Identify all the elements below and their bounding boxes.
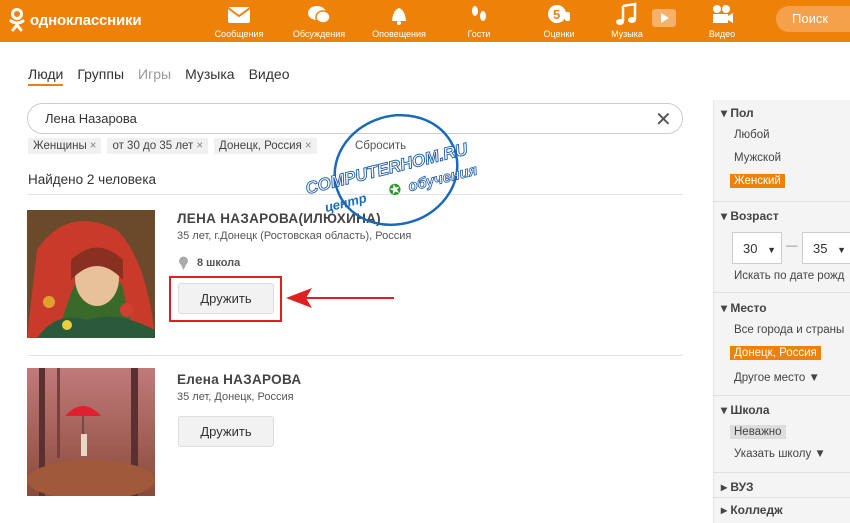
result-info: 35 лет, Донецк, Россия <box>177 391 294 403</box>
result-name[interactable]: ЛЕНА НАЗАРОВА(ИЛЮХИНА) <box>177 211 381 226</box>
highlight-box <box>169 276 282 322</box>
filter-chip-label: от 30 до 35 лет <box>112 140 194 152</box>
tab-music[interactable]: Музыка <box>185 66 235 86</box>
sidebar-divider <box>713 472 850 473</box>
reset-link[interactable]: Сбросить <box>355 140 406 152</box>
sidebar-divider <box>713 497 850 498</box>
music-note-icon <box>616 2 637 25</box>
nav-discussions[interactable]: Обсуждения <box>287 2 351 39</box>
video-camera-icon <box>713 5 733 23</box>
filter-chip[interactable]: от 30 до 35 лет × <box>107 138 209 154</box>
school-option-specify[interactable]: Указать школу ▼ <box>734 448 826 460</box>
avatar[interactable] <box>27 210 155 338</box>
search-by-birthdate-link[interactable]: Искать по дате рожд <box>734 270 844 282</box>
chat-icon <box>308 6 331 24</box>
envelope-icon <box>227 7 251 23</box>
nav-notifications[interactable]: Оповещения <box>367 2 431 39</box>
tab-groups[interactable]: Группы <box>77 66 124 86</box>
filter-chip-label: Донецк, Россия <box>219 140 302 152</box>
filter-gender-title-text: Пол <box>730 106 754 120</box>
nav-label: Гости <box>467 29 491 39</box>
result-name[interactable]: Елена НАЗАРОВА <box>177 372 301 387</box>
age-from-select[interactable]: 30 ▼ <box>732 232 782 264</box>
bell-icon <box>392 8 406 25</box>
filter-vuz-title-text: ВУЗ <box>730 480 754 494</box>
search-button[interactable]: Поиск <box>776 6 850 32</box>
clear-icon[interactable]: ✕ <box>655 107 672 132</box>
red-arrow-icon <box>286 288 394 308</box>
gender-option-any[interactable]: Любой <box>734 129 770 141</box>
nav-music[interactable]: Музыка <box>595 2 659 39</box>
result-school[interactable]: 8 школа <box>197 257 240 269</box>
filter-age-title[interactable]: ▾ Возраст <box>721 209 779 223</box>
watermark-line2b: обучения <box>406 162 479 196</box>
logo[interactable]: одноклассники <box>8 8 142 32</box>
dropdown-icon: ▼ <box>837 245 847 255</box>
nav-label: Музыка <box>611 29 643 39</box>
gender-option-male[interactable]: Мужской <box>734 152 781 164</box>
remove-icon[interactable]: × <box>196 140 203 152</box>
filter-chip[interactable]: Женщины × <box>28 138 102 154</box>
result-info: 35 лет, г.Донецк (Ростовская область), Р… <box>177 230 412 242</box>
svg-text:5: 5 <box>553 7 560 22</box>
nav-video[interactable]: Видео <box>690 2 754 39</box>
sidebar-divider <box>713 292 850 293</box>
search-input[interactable]: Лена Назарова <box>27 103 683 134</box>
star-icon: ✪ <box>387 180 404 201</box>
rating-icon: 5 <box>548 5 570 23</box>
tab-games[interactable]: Игры <box>138 66 171 86</box>
location-pin-icon <box>179 256 188 270</box>
age-dash: — <box>786 240 798 252</box>
place-option-selected[interactable]: Донецк, Россия <box>730 346 821 360</box>
nav-messages[interactable]: Сообщения <box>207 2 271 39</box>
nav-label: Оценки <box>543 29 575 39</box>
filter-school-title[interactable]: ▾ Школа <box>721 403 770 417</box>
tab-people[interactable]: Люди <box>28 66 64 86</box>
age-to-value: 35 <box>813 241 828 256</box>
dropdown-icon: ▼ <box>767 245 777 255</box>
footprints-icon <box>472 6 486 21</box>
place-option-all[interactable]: Все города и страны <box>734 324 844 336</box>
play-icon[interactable] <box>652 9 676 27</box>
age-to-select[interactable]: 35 ▼ <box>802 232 850 264</box>
category-tabs: Люди Группы Игры Музыка Видео <box>28 66 304 86</box>
sidebar-divider <box>713 201 850 202</box>
filter-gender-title[interactable]: ▾ Пол <box>721 106 754 120</box>
tab-video[interactable]: Видео <box>249 66 290 86</box>
nav-label: Обсуждения <box>292 29 346 39</box>
filter-chip[interactable]: Донецк, Россия × <box>214 138 317 154</box>
filter-vuz-title[interactable]: ▸ ВУЗ <box>721 480 754 494</box>
filter-age-title-text: Возраст <box>730 209 779 223</box>
school-option-any[interactable]: Неважно <box>730 425 786 439</box>
filter-chips: Женщины × от 30 до 35 лет × Донецк, Россия… <box>28 138 317 154</box>
top-bar: одноклассники Сообщения Обсуждения Опове… <box>0 0 850 42</box>
remove-icon[interactable]: × <box>90 140 97 152</box>
ok-logo-icon <box>9 8 25 32</box>
filter-place-title-text: Место <box>730 301 767 315</box>
nav-label: Сообщения <box>214 29 264 39</box>
gender-option-female[interactable]: Женский <box>730 174 785 188</box>
filter-college-title-text: Колледж <box>730 503 783 517</box>
nav-label: Оповещения <box>372 29 426 39</box>
nav-label: Видео <box>708 29 736 39</box>
filter-chip-label: Женщины <box>33 140 87 152</box>
filter-place-title[interactable]: ▾ Место <box>721 301 767 315</box>
nav-guests[interactable]: Гости <box>447 2 511 39</box>
filter-school-title-text: Школа <box>730 403 770 417</box>
remove-icon[interactable]: × <box>305 140 312 152</box>
divider <box>28 355 683 356</box>
avatar[interactable] <box>27 368 155 496</box>
nav-ratings[interactable]: 5 Оценки <box>527 2 591 39</box>
add-friend-button[interactable]: Дружить <box>178 416 274 447</box>
results-count: Найдено 2 человека <box>28 172 157 187</box>
age-from-value: 30 <box>743 241 758 256</box>
sidebar-divider <box>713 395 850 396</box>
divider <box>28 194 683 195</box>
logo-text: одноклассники <box>30 11 142 29</box>
filter-college-title[interactable]: ▸ Колледж <box>721 503 783 517</box>
place-option-other[interactable]: Другое место ▼ <box>734 372 820 384</box>
